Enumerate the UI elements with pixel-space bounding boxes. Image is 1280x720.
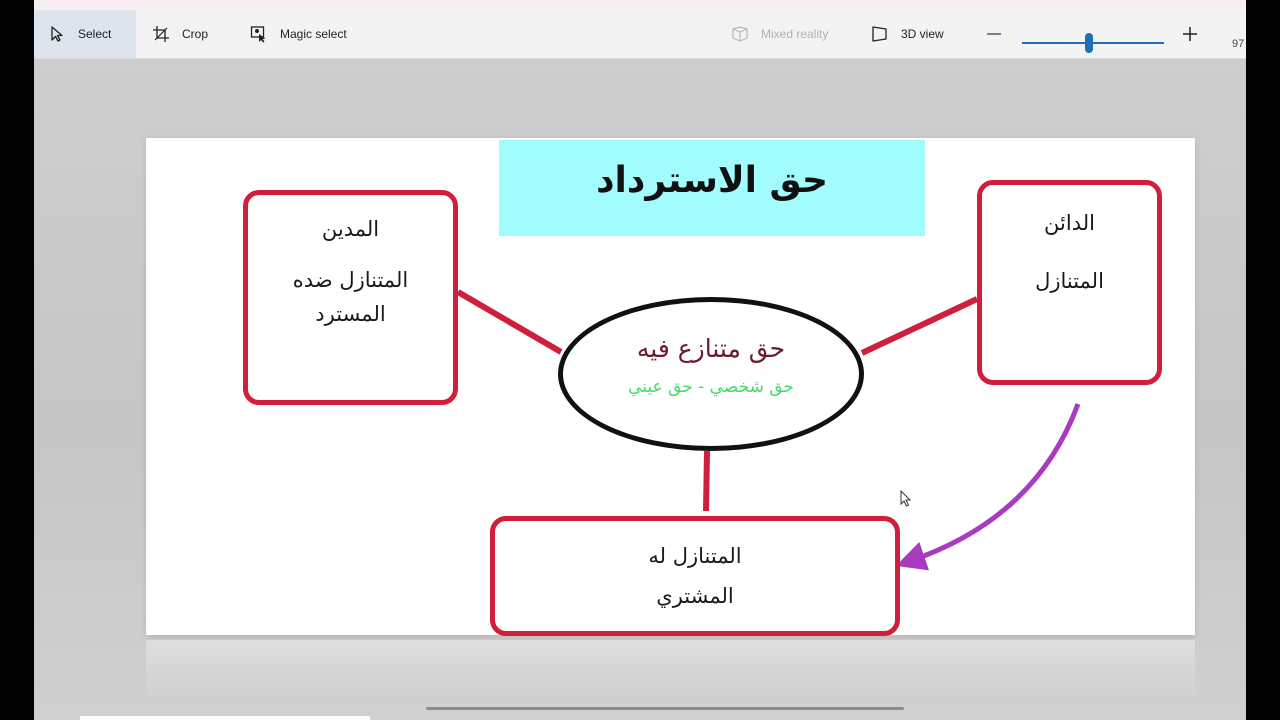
debtor-title: المدين [321, 217, 380, 241]
debtor-line-3: المسترد [315, 302, 386, 326]
zoom-slider[interactable] [1022, 42, 1164, 44]
assignee-line-2: المشتري [656, 584, 734, 608]
3d-view-label: 3D view [901, 27, 944, 41]
creditor-line-2: المتنازل [1035, 269, 1104, 293]
canvas-reflection [146, 640, 1195, 700]
zoom-percentage[interactable]: 97 [1232, 20, 1244, 68]
video-progress-bar [80, 716, 370, 720]
magic-select-icon [250, 25, 268, 43]
selection-toolbar: Select Crop Magic select Mixed reality 3… [34, 10, 1246, 59]
disputed-right-ellipse: حق متنازع فيه حق شخصي - حق عيني [558, 297, 864, 451]
minus-icon [987, 33, 1001, 35]
mixed-reality-label: Mixed reality [761, 27, 829, 41]
select-tool-button[interactable]: Select [34, 10, 136, 58]
crop-tool-button[interactable]: Crop [152, 10, 208, 58]
select-cursor-icon [48, 25, 66, 43]
window-top-strip [34, 0, 1246, 10]
zoom-slider-thumb[interactable] [1084, 33, 1093, 53]
paint-3d-window: Select Crop Magic select Mixed reality 3… [34, 0, 1246, 720]
select-tool-label: Select [78, 27, 112, 41]
debtor-box: المدين المتنازل ضده المسترد [243, 190, 458, 405]
assignee-title: المتنازل له [648, 544, 742, 568]
mixed-reality-button[interactable]: Mixed reality [731, 10, 828, 58]
diagram-title: حق الاسترداد [596, 159, 828, 201]
transfer-arrow [895, 403, 1081, 571]
connector-creditor [860, 296, 979, 356]
3d-view-icon [871, 25, 889, 43]
3d-view-button[interactable]: 3D view [871, 10, 944, 58]
magic-select-label: Magic select [280, 27, 347, 41]
creditor-box: الدائن المتنازل [977, 180, 1162, 385]
diagram-title-box: حق الاسترداد [499, 140, 925, 236]
debtor-line-2: المتنازل ضده [292, 268, 409, 292]
mouse-cursor-icon [900, 490, 912, 507]
assignee-box: المتنازل له المشتري [490, 516, 900, 636]
magic-select-button[interactable]: Magic select [250, 10, 347, 58]
plus-icon [1183, 27, 1197, 41]
mixed-reality-icon [731, 25, 749, 43]
connector-assignee [703, 450, 710, 512]
connector-debtor [456, 289, 563, 355]
zoom-out-button[interactable] [986, 26, 1002, 42]
crop-icon [152, 25, 170, 43]
creditor-title: الدائن [1044, 211, 1095, 235]
crop-tool-label: Crop [182, 27, 209, 41]
drawing-canvas[interactable]: حق الاسترداد المدين المتنازل ضده المسترد… [146, 138, 1195, 636]
zoom-in-button[interactable] [1182, 26, 1198, 42]
home-indicator-bar [426, 707, 904, 710]
center-sublabel: حق شخصي - حق عيني [628, 377, 794, 397]
center-label: حق متنازع فيه [636, 334, 786, 363]
